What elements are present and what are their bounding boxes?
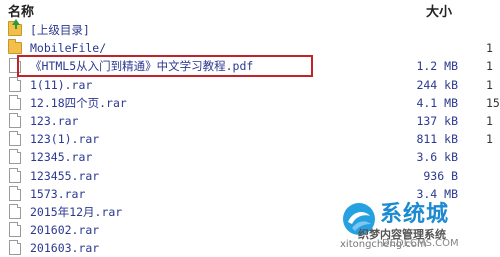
file-icon: [9, 167, 21, 183]
file-size: 936 B: [423, 168, 458, 183]
file-row[interactable]: 12.18四个页.rar 4.1 MB 15: [0, 94, 500, 112]
file-extra: 1: [486, 132, 493, 147]
file-icon: [9, 94, 21, 110]
file-extra: 1: [486, 59, 493, 74]
parent-directory-row[interactable]: [上级目录]: [0, 19, 500, 39]
file-icon: [9, 131, 21, 147]
file-icon: [9, 112, 21, 128]
file-icon: [9, 203, 21, 219]
file-extra: 15: [486, 95, 500, 110]
file-size: 811 kB: [416, 132, 458, 147]
column-header-size[interactable]: 大小: [426, 1, 452, 20]
file-row[interactable]: 1(11).rar 244 kB 1: [0, 76, 500, 94]
file-name[interactable]: 1573.rar: [30, 186, 85, 202]
file-size: 1.2 MB: [416, 59, 458, 74]
file-name[interactable]: 1(11).rar: [30, 77, 92, 93]
file-icon: [9, 149, 21, 165]
file-name[interactable]: 123(1).rar: [30, 131, 99, 147]
file-name[interactable]: 123.rar: [30, 113, 78, 129]
list-header: 名称 大小: [0, 0, 500, 20]
column-header-name[interactable]: 名称: [8, 1, 34, 20]
file-name[interactable]: 201602.rar: [30, 222, 99, 238]
file-name[interactable]: [上级目录]: [30, 22, 90, 38]
file-icon: [9, 76, 21, 92]
file-extra: 1: [486, 77, 493, 92]
file-name[interactable]: 201603.rar: [30, 240, 99, 256]
file-extra: 1: [486, 113, 493, 128]
file-row[interactable]: 123(1).rar 811 kB 1: [0, 130, 500, 148]
file-row[interactable]: 123.rar 137 kB 1: [0, 112, 500, 130]
file-size: 137 kB: [416, 113, 458, 128]
watermark: 系统城 织梦内容管理系统 xitongcheng.com DEDECMS.COM: [340, 196, 500, 252]
file-extra: 1: [486, 41, 493, 56]
file-size: 3.6 kB: [416, 150, 458, 165]
watermark-url: DEDECMS.COM: [382, 238, 459, 249]
folder-icon: [8, 39, 22, 55]
file-icon: [9, 222, 21, 238]
file-name[interactable]: 2015年12月.rar: [30, 204, 122, 220]
file-name[interactable]: 123455.rar: [30, 168, 99, 184]
file-row[interactable]: 12345.rar 3.6 kB: [0, 148, 500, 166]
file-row[interactable]: 123455.rar 936 B: [0, 167, 500, 185]
file-icon: [9, 185, 21, 201]
file-size: 244 kB: [416, 77, 458, 92]
file-icon: [9, 240, 21, 256]
file-name[interactable]: 12345.rar: [30, 149, 92, 165]
file-size: 4.1 MB: [416, 95, 458, 110]
file-name[interactable]: MobileFile/: [30, 40, 106, 56]
file-name[interactable]: 12.18四个页.rar: [30, 95, 127, 111]
watermark-title: 系统城: [380, 202, 450, 227]
highlight-box: [17, 55, 313, 77]
